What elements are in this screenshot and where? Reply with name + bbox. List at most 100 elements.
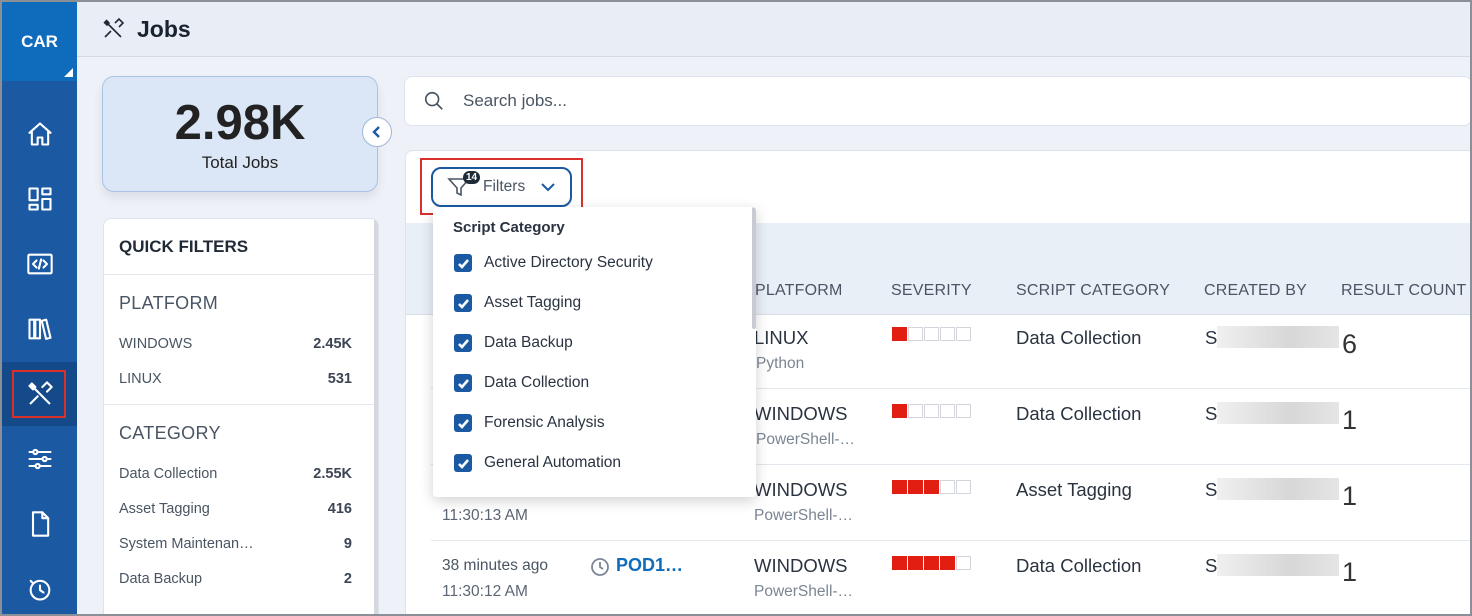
column-header-script-category[interactable]: SCRIPT CATEGORY: [1016, 282, 1170, 300]
severity-block: [924, 327, 939, 341]
nav-home[interactable]: [2, 102, 77, 166]
platform-cell: WINDOWS: [754, 403, 848, 424]
platform-cell: LINUX: [754, 327, 809, 348]
quick-filter-label: Data Collection: [119, 465, 218, 482]
column-header-severity[interactable]: SEVERITY: [891, 282, 972, 300]
quick-filter-count: 2: [343, 570, 352, 587]
left-nav-rail: CAR: [2, 2, 77, 614]
quick-filter-label: System Maintenan…: [119, 535, 254, 552]
platform-sub-cell: PowerShell-…: [754, 507, 854, 524]
chevron-down-icon: [541, 183, 555, 192]
column-header-result-count[interactable]: RESULT COUNT: [1341, 282, 1466, 300]
column-header-created-by[interactable]: CREATED BY: [1204, 282, 1307, 300]
severity-block: [956, 556, 971, 570]
filter-option[interactable]: Data Collection: [433, 363, 756, 403]
platform-sub-cell: PowerShell-…: [756, 431, 856, 448]
total-jobs-value: 2.98K: [174, 96, 306, 150]
table-row[interactable]: 38 minutes ago 11:30:12 AM POD1… WINDOWS…: [431, 541, 1471, 615]
chevron-left-icon: [372, 126, 380, 138]
filter-option[interactable]: General Automation: [433, 443, 756, 483]
quick-filter-label: WINDOWS: [119, 335, 193, 352]
created-by-cell: S: [1205, 327, 1218, 348]
filter-option-label: Data Backup: [484, 334, 573, 351]
checkbox[interactable]: [454, 254, 472, 272]
quick-filter-item[interactable]: Asset Tagging 416: [119, 491, 378, 526]
quick-filters-panel: QUICK FILTERS PLATFORM WINDOWS 2.45K LINU…: [103, 218, 379, 616]
checkbox[interactable]: [454, 294, 472, 312]
clock-icon: [591, 558, 609, 576]
quick-filter-count: 531: [327, 370, 352, 387]
quick-filter-item[interactable]: LINUX 531: [119, 361, 378, 396]
nav-jobs-highlight: [12, 370, 66, 418]
quick-filters-scrollbar[interactable]: [374, 219, 378, 615]
column-header-platform[interactable]: PLATFORM: [755, 282, 843, 300]
dashboard-icon: [27, 187, 52, 211]
severity-block: [924, 404, 939, 418]
checkbox[interactable]: [454, 454, 472, 472]
nav-jobs[interactable]: [2, 362, 77, 426]
checkmark-icon: [457, 298, 469, 309]
document-icon: [31, 511, 49, 537]
filters-dropdown: Script Category Active Directory Securit…: [433, 207, 756, 497]
severity-block: [908, 327, 923, 341]
nav-scripts[interactable]: [2, 232, 77, 296]
filter-option[interactable]: Active Directory Security: [433, 243, 756, 283]
severity-block: [924, 480, 939, 494]
quick-filter-label: Data Backup: [119, 570, 203, 587]
brand-button[interactable]: CAR: [2, 2, 77, 81]
severity-block: [892, 404, 907, 418]
redacted-name: [1217, 326, 1339, 348]
platform-section: PLATFORM WINDOWS 2.45K LINUX 531: [104, 275, 378, 405]
nav-documents[interactable]: [2, 492, 77, 556]
quick-filter-item[interactable]: Data Backup 2: [119, 561, 378, 596]
redacted-name: [1217, 478, 1339, 500]
nav-library[interactable]: [2, 297, 77, 361]
quick-filter-count: 2.45K: [313, 335, 352, 352]
dropdown-heading: Script Category: [453, 219, 565, 236]
checkbox[interactable]: [454, 374, 472, 392]
checkbox[interactable]: [454, 414, 472, 432]
checkmark-icon: [457, 258, 469, 269]
nav-dashboard[interactable]: [2, 167, 77, 231]
dropdown-scrollbar[interactable]: [752, 207, 756, 329]
quick-filter-count: 2.55K: [313, 465, 352, 482]
filter-option[interactable]: Asset Tagging: [433, 283, 756, 323]
redacted-name: [1217, 402, 1339, 424]
settings-sliders-icon: [27, 448, 52, 470]
category-heading: CATEGORY: [119, 423, 221, 443]
search-bar: [404, 76, 1472, 126]
platform-cell: WINDOWS: [754, 555, 848, 576]
filters-button[interactable]: 14 Filters: [431, 167, 572, 207]
checkbox[interactable]: [454, 334, 472, 352]
filter-option-label: Forensic Analysis: [484, 414, 605, 431]
redacted-name: [1217, 554, 1339, 576]
total-jobs-card: 2.98K Total Jobs: [102, 76, 378, 192]
severity-block: [908, 480, 923, 494]
quick-filter-label: Asset Tagging: [119, 500, 210, 517]
severity-meter: [892, 404, 971, 418]
severity-block: [956, 480, 971, 494]
quick-filter-item[interactable]: System Maintenan… 9: [119, 526, 378, 561]
pod-link[interactable]: POD1…: [616, 555, 683, 576]
category-section: CATEGORY Data Collection 2.55K Asset Tagg…: [104, 405, 378, 604]
created-by-cell: S: [1205, 479, 1218, 500]
severity-block: [940, 480, 955, 494]
filter-option[interactable]: Data Backup: [433, 323, 756, 363]
collapse-panel-button[interactable]: [362, 117, 392, 147]
checkmark-icon: [457, 338, 469, 349]
result-count-cell: 6: [1342, 329, 1358, 359]
brand-label: CAR: [21, 31, 58, 51]
search-input[interactable]: [463, 91, 1063, 111]
severity-block: [892, 556, 907, 570]
filters-count-badge: 14: [463, 171, 481, 184]
created-by-cell: S: [1205, 403, 1218, 424]
nav-settings[interactable]: [2, 427, 77, 491]
library-icon: [27, 318, 52, 340]
search-icon: [424, 91, 443, 110]
nav-history[interactable]: [2, 557, 77, 616]
filter-option[interactable]: Forensic Analysis: [433, 403, 756, 443]
page-title: Jobs: [137, 15, 191, 42]
quick-filter-item[interactable]: WINDOWS 2.45K: [119, 326, 378, 361]
jobs-tools-icon: [103, 17, 125, 38]
quick-filter-item[interactable]: Data Collection 2.55K: [119, 456, 378, 491]
